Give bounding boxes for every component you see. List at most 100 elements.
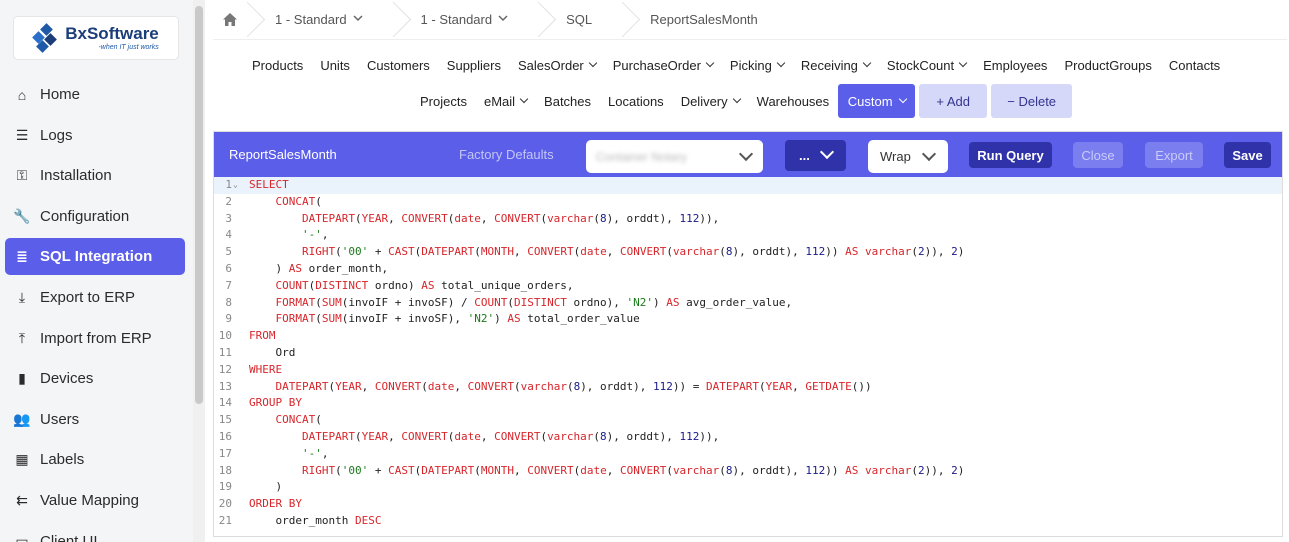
sidebar-item-label: Configuration [40, 207, 130, 225]
factory-defaults-button[interactable]: Factory Defaults [459, 147, 554, 162]
menu-item-batches[interactable]: Batches [544, 94, 591, 109]
menu-item-picking[interactable]: Picking [729, 57, 786, 73]
code-line[interactable]: 20 ORDER BY [214, 496, 1282, 513]
menu-item-suppliers[interactable]: Suppliers [447, 58, 501, 73]
code-line[interactable]: 1 ⌄ SELECT [214, 177, 1282, 194]
add-button[interactable]: + Add [919, 84, 988, 118]
menu-item-products[interactable]: Products [252, 58, 303, 73]
code-line[interactable]: 19 ) [214, 479, 1282, 496]
menu-item-locations[interactable]: Locations [608, 94, 664, 109]
more-options-dropdown[interactable]: ... [785, 140, 846, 171]
line-number: 20 [218, 497, 232, 511]
code-line[interactable]: 14 GROUP BY [214, 395, 1282, 412]
sidebar-item-value-mapping[interactable]: ⇇ Value Mapping [5, 482, 185, 519]
sidebar-item-sql-integration[interactable]: ≣ SQL Integration [5, 238, 185, 276]
code-text: FROM [249, 329, 276, 343]
menu-item-units[interactable]: Units [320, 58, 350, 73]
sidebar-item-configuration[interactable]: 🔧 Configuration [5, 198, 185, 235]
code-line[interactable]: 10 FROM [214, 328, 1282, 345]
sidebar-item-labels[interactable]: ▦ Labels [5, 441, 185, 478]
sidebar-item-installation[interactable]: ⚿ Installation [5, 157, 185, 194]
menu-item-label: Receiving [800, 57, 858, 73]
key-icon: ⚿ [16, 167, 28, 184]
line-number: 18 [218, 463, 232, 477]
code-line[interactable]: 13 DATEPART(YEAR, CONVERT(date, CONVERT(… [214, 379, 1282, 396]
editor-title: ReportSalesMonth [229, 147, 337, 162]
menu-item-email[interactable]: eMail [484, 94, 529, 109]
line-number: 1 ⌄ [214, 177, 246, 194]
code-line[interactable]: 12 WHERE [214, 362, 1282, 379]
code-line[interactable]: 8 FORMAT(SUM(invoIF + invoSF) / COUNT(DI… [214, 295, 1282, 312]
menu-item-receiving[interactable]: Receiving [800, 57, 872, 73]
menu-item-stockcount[interactable]: StockCount [886, 57, 968, 73]
code-line[interactable]: 4 '-', [214, 227, 1282, 244]
menu-item-contacts[interactable]: Contacts [1169, 58, 1220, 73]
menu-item-label: Picking [729, 57, 772, 73]
menu-item-purchaseorder[interactable]: PurchaseOrder [613, 58, 715, 73]
menu-row-primary: Products Units Customers Suppliers SalesOrde… [252, 55, 1237, 75]
run-query-button[interactable]: Run Query [969, 142, 1052, 168]
code-line[interactable]: 6 ) AS order_month, [214, 261, 1282, 278]
sidebar-item-client-ui[interactable]: ▭ Client UI [5, 523, 185, 542]
breadcrumb-item[interactable]: ReportSalesMonth [636, 12, 788, 27]
line-number: 6 [225, 261, 232, 275]
company-logo[interactable]: BxSoftware -when IT just works [14, 17, 178, 59]
menu-item-productgroups[interactable]: ProductGroups [1064, 58, 1151, 73]
scrollbar-thumb[interactable] [195, 6, 203, 404]
sidebar-item-users[interactable]: 👥 Users [5, 401, 185, 438]
wrap-select-value: Wrap [880, 149, 911, 164]
sidebar-item-devices[interactable]: ▮ Devices [5, 360, 185, 397]
menu-item-employees[interactable]: Employees [983, 58, 1047, 73]
logo-mark-icon [32, 23, 59, 53]
breadcrumb-label: 1 - Standard [420, 12, 493, 27]
sidebar-item-logs[interactable]: ☰ Logs [5, 117, 185, 154]
more-options-label: ... [799, 148, 810, 163]
wrap-select[interactable]: Wrap [868, 140, 948, 173]
code-line[interactable]: 15 CONCAT( [214, 412, 1282, 429]
menu-item-warehouses[interactable]: Warehouses [757, 94, 830, 109]
menu-item-projects[interactable]: Projects [420, 94, 467, 109]
close-button[interactable]: Close [1073, 142, 1123, 168]
code-line[interactable]: 2 CONCAT( [214, 194, 1282, 211]
line-number: 10 [218, 329, 232, 343]
menu-item-delivery[interactable]: Delivery [681, 94, 741, 109]
breadcrumb-item[interactable]: 1 - Standard [407, 12, 539, 27]
menu-item-label: Customers [366, 57, 430, 73]
line-number: 7 [225, 278, 232, 292]
custom-menu-button[interactable]: Custom [838, 84, 916, 118]
sidebar-item-home[interactable]: ⌂ Home [5, 76, 185, 113]
code-text: CONCAT( [275, 194, 322, 208]
code-line[interactable]: 7 COUNT(DISTINCT ordno) AS total_unique_… [214, 278, 1282, 295]
chevron-down-icon [776, 58, 786, 68]
menu-item-label: StockCount [886, 57, 955, 73]
sidebar-item-import-from-erp[interactable]: ⤒ Import from ERP [5, 320, 185, 357]
line-number: 14 [218, 396, 232, 410]
chevron-down-icon [862, 58, 872, 68]
breadcrumb-separator [393, 0, 407, 40]
sidebar-item-export-to-erp[interactable]: ⤓ Export to ERP [5, 279, 185, 316]
sidebar-scrollbar[interactable] [193, 0, 205, 542]
code-text: DATEPART(YEAR, CONVERT(date, CONVERT(var… [301, 211, 720, 225]
code-text: '-', [301, 446, 329, 460]
code-line[interactable]: 21 order_month DESC [214, 513, 1282, 530]
sql-code-editor[interactable]: 1 ⌄ SELECT 2 CONCAT(3 DATEPART(YEAR, CONVER… [214, 177, 1282, 536]
code-line[interactable]: 9 FORMAT(SUM(invoIF + invoSF), 'N2') AS … [214, 311, 1282, 328]
code-line[interactable]: 16 DATEPART(YEAR, CONVERT(date, CONVERT(… [214, 429, 1282, 446]
sql-editor-panel: ReportSalesMonth Factory Defaults Contai… [213, 131, 1283, 537]
list-icon: ☰ [15, 126, 29, 143]
code-line[interactable]: 11 Ord [214, 345, 1282, 362]
code-line[interactable]: 18 RIGHT('00' + CAST(DATEPART(MONTH, CON… [214, 463, 1282, 480]
fold-arrow-icon[interactable]: ⌄ [233, 177, 238, 194]
export-button[interactable]: Export [1145, 142, 1203, 168]
sidebar-item-label: Value Mapping [40, 491, 139, 509]
save-button[interactable]: Save [1224, 142, 1271, 168]
menu-item-customers[interactable]: Customers [367, 58, 430, 73]
delete-button[interactable]: − Delete [991, 84, 1073, 118]
breadcrumb-item[interactable]: 1 - Standard [261, 12, 393, 27]
code-line[interactable]: 17 '-', [214, 446, 1282, 463]
line-number: 8 [225, 295, 232, 309]
menu-item-salesorder[interactable]: SalesOrder [518, 58, 597, 73]
code-line[interactable]: 5 RIGHT('00' + CAST(DATEPART(MONTH, CONV… [214, 244, 1282, 261]
code-line[interactable]: 3 DATEPART(YEAR, CONVERT(date, CONVERT(v… [214, 211, 1282, 228]
connection-select[interactable]: Container Notary [586, 140, 763, 173]
